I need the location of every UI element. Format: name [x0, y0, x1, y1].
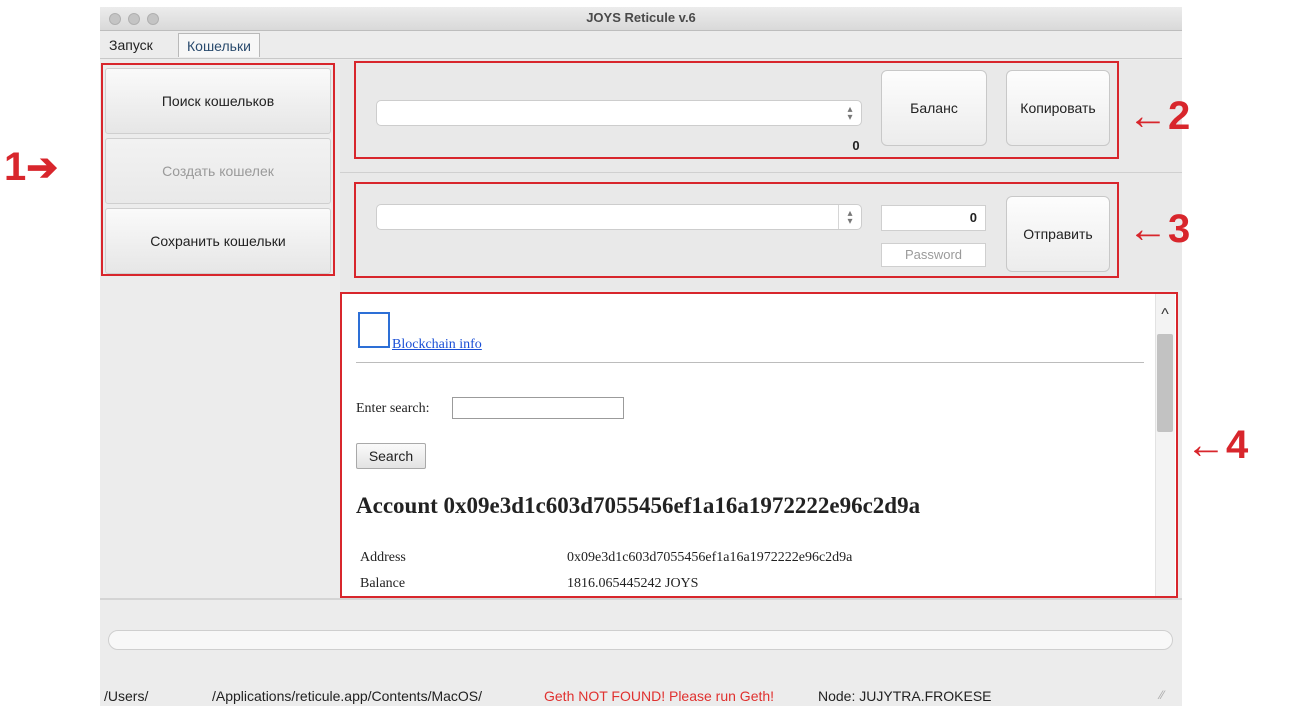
window-title: JOYS Reticule v.6 — [586, 10, 696, 25]
left-arrow-icon: ← — [1186, 423, 1226, 467]
annotation-box-4 — [340, 292, 1178, 598]
annotation-3: ←3 — [1128, 207, 1190, 252]
tab-bar — [100, 31, 1182, 59]
annotation-4-number: 4 — [1226, 423, 1249, 467]
left-arrow-icon: ← — [1128, 94, 1168, 138]
progress-bar — [108, 630, 1173, 650]
status-geth-error: Geth NOT FOUND! Please run Geth! — [544, 688, 775, 704]
annotation-3-number: 3 — [1168, 207, 1191, 251]
right-arrow-icon: ➔ — [26, 147, 59, 189]
bottom-separator — [100, 598, 1182, 600]
resize-grip-icon[interactable]: ⁄⁄ — [1160, 688, 1164, 702]
annotation-2-number: 2 — [1168, 94, 1191, 138]
annotation-box-1 — [101, 63, 335, 276]
tab-wallets[interactable]: Кошельки — [178, 33, 260, 57]
panel-divider — [340, 172, 1182, 173]
annotation-box-2 — [354, 61, 1119, 159]
status-user-path: /Users/ — [104, 688, 149, 704]
annotation-1-number: 1 — [4, 145, 27, 189]
annotation-4: ←4 — [1186, 423, 1248, 468]
tab-launch[interactable]: Запуск — [101, 33, 161, 57]
left-arrow-icon: ← — [1128, 207, 1168, 251]
annotation-1: 1➔ — [4, 145, 58, 190]
status-node: Node: JUJYTRA.FROKESE — [818, 688, 992, 704]
status-app-path: /Applications/reticule.app/Contents/MacO… — [212, 688, 483, 704]
annotation-box-3 — [354, 182, 1119, 278]
annotation-2: ←2 — [1128, 94, 1190, 139]
